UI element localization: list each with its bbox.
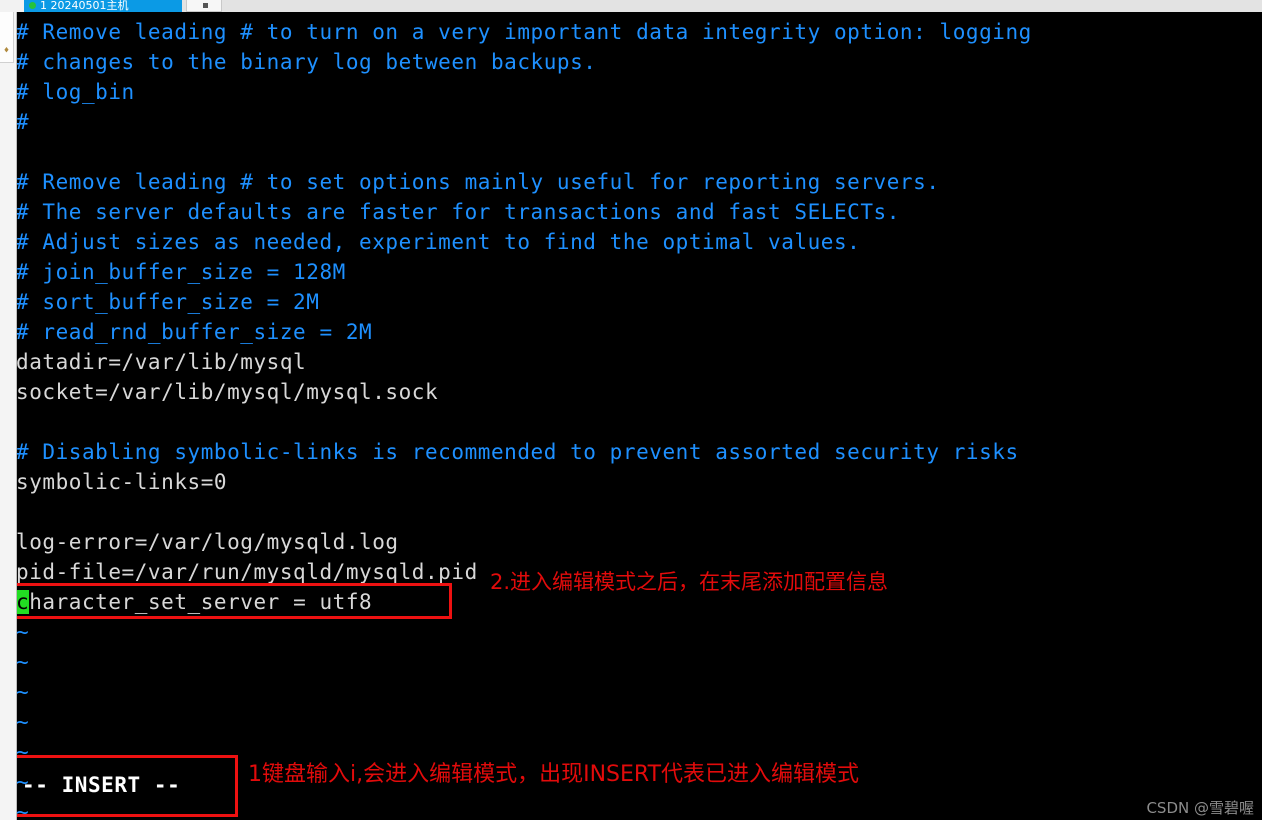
new-tab-button[interactable] bbox=[186, 0, 222, 12]
terminal-line: pid-file=/var/run/mysqld/mysqld.pid bbox=[16, 557, 478, 587]
terminal-line-text: # join_buffer_size = 128M bbox=[16, 260, 346, 284]
terminal-line: # bbox=[16, 107, 29, 137]
terminal-line-text: # log_bin bbox=[16, 80, 135, 104]
terminal-cursor-line-text: haracter_set_server = utf8 bbox=[29, 590, 373, 614]
insert-mode-indicator: -- INSERT -- bbox=[22, 773, 181, 797]
tilde-icon: ~ bbox=[16, 680, 30, 704]
terminal-empty-line-marker: ~ bbox=[16, 797, 29, 820]
terminal-cursor-line: character_set_server = utf8 bbox=[16, 587, 372, 617]
terminal-line: datadir=/var/lib/mysql bbox=[16, 347, 306, 377]
terminal-line: log-error=/var/log/mysqld.log bbox=[16, 527, 399, 557]
terminal-empty-line-marker: ~ bbox=[16, 737, 29, 767]
terminal-line-text: pid-file=/var/run/mysqld/mysqld.pid bbox=[16, 560, 478, 584]
tilde-icon: ~ bbox=[16, 650, 30, 674]
left-side-rail: ♦ bbox=[0, 12, 17, 820]
terminal-line: # log_bin bbox=[16, 77, 135, 107]
terminal-empty-line-marker: ~ bbox=[16, 647, 29, 677]
terminal-line-text: # Disabling symbolic-links is recommende… bbox=[16, 440, 1019, 464]
tilde-icon: ~ bbox=[16, 620, 30, 644]
connected-dot-icon bbox=[29, 2, 36, 9]
tilde-icon: ~ bbox=[16, 800, 30, 820]
tab-bar-left-pad bbox=[0, 0, 25, 12]
tab-label: 1 20240501主机 bbox=[40, 0, 129, 12]
terminal-line: # The server defaults are faster for tra… bbox=[16, 197, 900, 227]
annotation-step-1: 1键盘输入i,会进入编辑模式，出现INSERT代表已进入编辑模式 bbox=[248, 762, 860, 787]
bookmark-icon[interactable]: ♦ bbox=[1, 46, 12, 57]
terminal-line-text: # read_rnd_buffer_size = 2M bbox=[16, 320, 373, 344]
terminal-line-text: # bbox=[16, 110, 30, 134]
terminal-line-text: symbolic-links=0 bbox=[16, 470, 228, 494]
terminal-body[interactable]: # Remove leading # to turn on a very imp… bbox=[16, 12, 1262, 820]
tilde-icon: ~ bbox=[16, 740, 30, 764]
vim-status-line: -- INSERT -- bbox=[22, 770, 180, 800]
terminal-line: # Remove leading # to set options mainly… bbox=[16, 167, 940, 197]
terminal-line-text: datadir=/var/lib/mysql bbox=[16, 350, 307, 374]
terminal-empty-line-marker: ~ bbox=[16, 617, 29, 647]
terminal-line: # Disabling symbolic-links is recommende… bbox=[16, 437, 1019, 467]
terminal-line-text: log-error=/var/log/mysqld.log bbox=[16, 530, 399, 554]
terminal-line-text: # Remove leading # to set options mainly… bbox=[16, 170, 940, 194]
terminal-line: # sort_buffer_size = 2M bbox=[16, 287, 319, 317]
watermark: CSDN @雪碧喔 bbox=[1146, 799, 1254, 817]
terminal-line-text: # sort_buffer_size = 2M bbox=[16, 290, 320, 314]
tab-session-active[interactable]: 1 20240501主机 bbox=[24, 0, 182, 12]
terminal-line: symbolic-links=0 bbox=[16, 467, 227, 497]
terminal-line: # read_rnd_buffer_size = 2M bbox=[16, 317, 372, 347]
plus-icon bbox=[203, 3, 208, 8]
terminal-line-text: socket=/var/lib/mysql/mysql.sock bbox=[16, 380, 439, 404]
terminal-line: # Adjust sizes as needed, experiment to … bbox=[16, 227, 860, 257]
terminal-line: # Remove leading # to turn on a very imp… bbox=[16, 17, 1032, 47]
annotation-step-2: 2.进入编辑模式之后，在末尾添加配置信息 bbox=[490, 570, 889, 594]
terminal-line: # join_buffer_size = 128M bbox=[16, 257, 346, 287]
tilde-icon: ~ bbox=[16, 710, 30, 734]
terminal-line: # changes to the binary log between back… bbox=[16, 47, 597, 77]
terminal-window: 1 20240501主机 ♦ # Remove leading # to tur… bbox=[0, 0, 1262, 820]
terminal-empty-line-marker: ~ bbox=[16, 677, 29, 707]
terminal-line-text: # The server defaults are faster for tra… bbox=[16, 200, 900, 224]
terminal-line-text: # Adjust sizes as needed, experiment to … bbox=[16, 230, 861, 254]
terminal-line-text: # changes to the binary log between back… bbox=[16, 50, 597, 74]
terminal-empty-line-marker: ~ bbox=[16, 707, 29, 737]
terminal-line-text: # Remove leading # to turn on a very imp… bbox=[16, 20, 1032, 44]
tab-bar: 1 20240501主机 bbox=[0, 0, 1262, 12]
text-cursor: c bbox=[16, 590, 30, 614]
terminal-line: socket=/var/lib/mysql/mysql.sock bbox=[16, 377, 438, 407]
